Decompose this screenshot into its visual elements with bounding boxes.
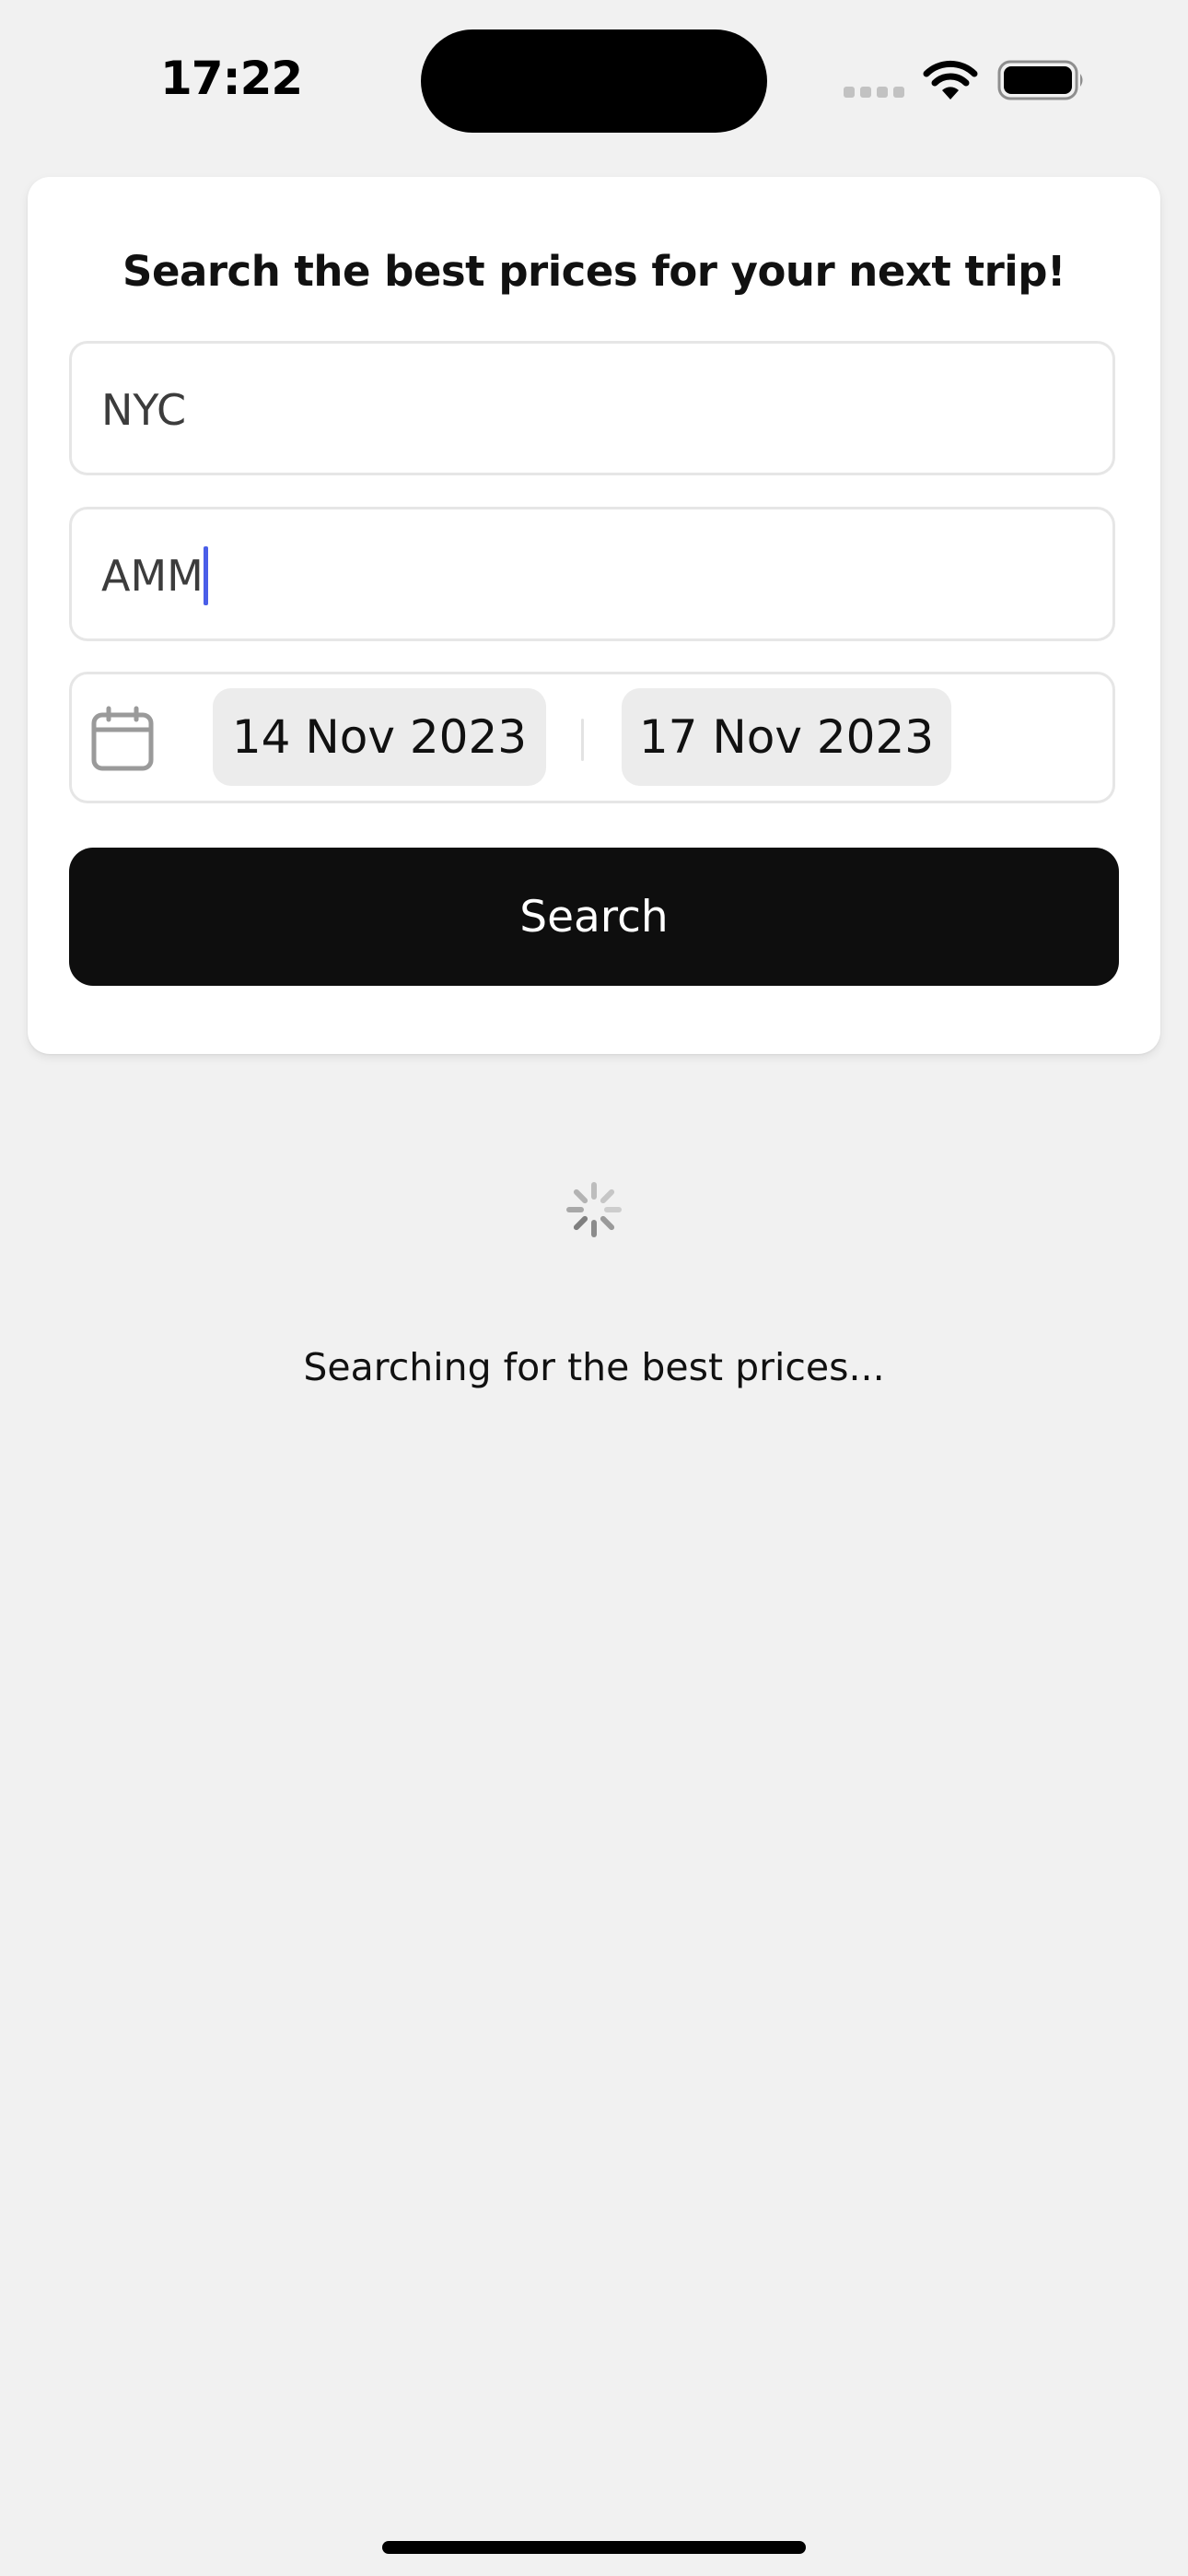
loading-message: Searching for the best prices...	[303, 1345, 885, 1389]
status-bar: 17:22	[0, 0, 1188, 157]
origin-value: NYC	[101, 385, 187, 435]
wifi-icon	[923, 60, 978, 100]
status-time: 17:22	[160, 52, 303, 105]
battery-icon	[997, 60, 1083, 100]
search-button[interactable]: Search	[69, 848, 1119, 986]
signal-icon	[844, 87, 906, 98]
home-indicator[interactable]	[382, 2541, 806, 2554]
card-title: Search the best prices for your next tri…	[122, 247, 1066, 296]
destination-input[interactable]: AMM	[69, 507, 1115, 641]
calendar-icon[interactable]	[90, 706, 155, 772]
text-cursor	[203, 546, 208, 605]
spinner-icon	[566, 1182, 622, 1237]
origin-input[interactable]: NYC	[69, 341, 1115, 475]
dynamic-island	[421, 29, 767, 133]
search-card: Search the best prices for your next tri…	[28, 177, 1160, 1054]
date-range-field: 14 Nov 2023 17 Nov 2023	[69, 672, 1115, 803]
start-date-button[interactable]: 14 Nov 2023	[213, 688, 546, 786]
destination-value: AMM	[101, 551, 204, 601]
end-date-button[interactable]: 17 Nov 2023	[622, 688, 951, 786]
date-divider	[581, 719, 584, 761]
